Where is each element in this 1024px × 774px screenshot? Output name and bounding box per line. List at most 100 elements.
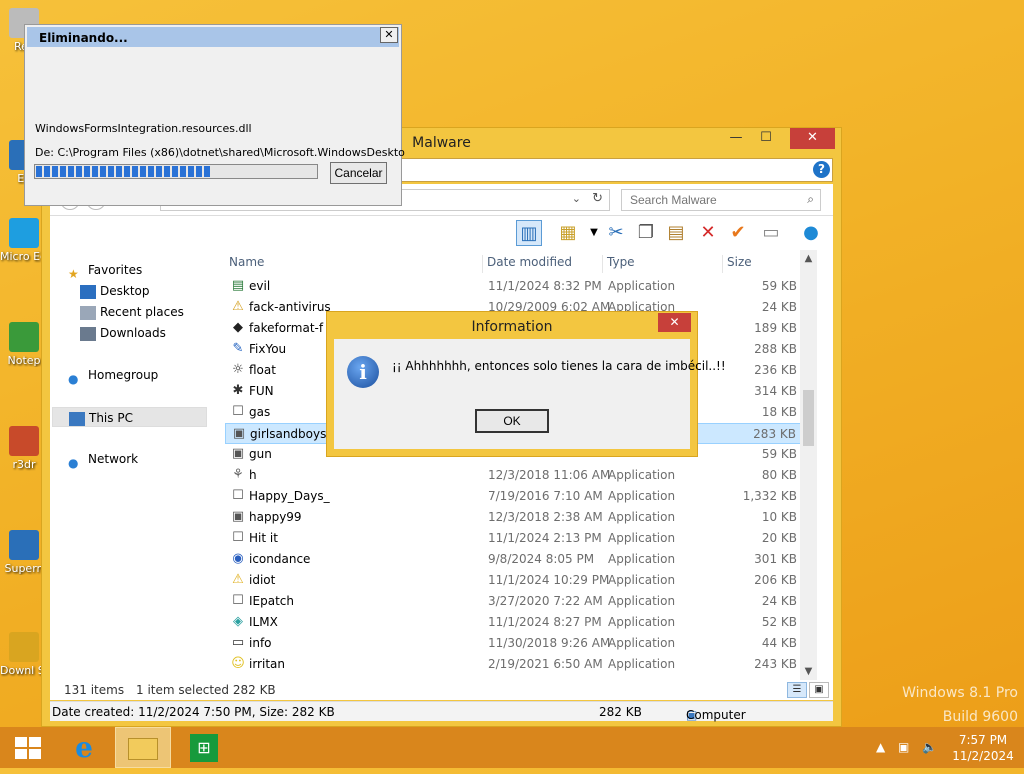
- column-type[interactable]: Type: [603, 255, 723, 273]
- file-name: info: [249, 636, 272, 650]
- application-icon: ☐: [232, 593, 244, 608]
- details-size: 282 KB: [599, 705, 642, 719]
- chat-icon[interactable]: ●: [798, 220, 824, 246]
- vertical-scrollbar[interactable]: ▲ ▼: [800, 250, 817, 680]
- file-explorer-button[interactable]: [115, 727, 171, 768]
- file-type: Application: [608, 489, 676, 503]
- tray-overflow-icon[interactable]: ▲: [876, 727, 885, 768]
- nav-desktop[interactable]: Desktop: [80, 281, 150, 301]
- nav-network[interactable]: ● Network: [68, 449, 138, 470]
- deleting-dialog-title[interactable]: Eliminando...: [27, 27, 399, 47]
- info-dialog-body: i ¡¡ Ahhhhhhh, entonces solo tienes la c…: [334, 339, 726, 449]
- file-row[interactable]: ☐ Happy_Days_ 7/19/2016 7:10 AM Application…: [225, 486, 803, 507]
- watermark-line1: Windows 8.1 Pro: [902, 685, 1018, 701]
- preview-pane-icon[interactable]: ▥: [516, 220, 542, 246]
- nav-this-pc[interactable]: This PC: [52, 407, 207, 427]
- application-icon: ⚠: [232, 299, 244, 314]
- file-row[interactable]: ◉ icondance 9/8/2024 8:05 PM Application 301…: [225, 549, 803, 570]
- shortcut-icon: [9, 218, 39, 248]
- volume-muted-icon[interactable]: 🔈: [922, 727, 937, 768]
- file-row[interactable]: ☐ Hit it 11/1/2024 2:13 PM Application 20 KB: [225, 528, 803, 549]
- file-row[interactable]: ▤ evil 11/1/2024 8:32 PM Application 59 KB: [225, 276, 803, 297]
- navigation-pane: ★ Favorites Desktop Recent places Downloa…: [50, 250, 225, 680]
- nav-recent-places[interactable]: Recent places: [80, 302, 184, 322]
- file-row[interactable]: ☺ irritan 2/19/2021 6:50 AM Application 243 …: [225, 654, 803, 675]
- maximize-button[interactable]: ☐: [751, 128, 781, 149]
- file-type: Application: [608, 573, 676, 587]
- file-name: gun: [249, 447, 272, 461]
- store-icon: ⊞: [190, 733, 218, 762]
- shortcut-icon: [9, 426, 39, 456]
- watermark-line2: Build 9600: [942, 709, 1018, 725]
- file-type: Application: [608, 510, 676, 524]
- file-type: Application: [608, 636, 676, 650]
- scroll-thumb[interactable]: [803, 390, 814, 446]
- nav-favorites[interactable]: ★ Favorites: [68, 260, 142, 281]
- file-size: 283 KB: [753, 427, 796, 441]
- ok-button[interactable]: OK: [475, 409, 549, 433]
- check-icon[interactable]: ✔: [725, 220, 751, 246]
- network-icon: ●: [68, 455, 79, 470]
- delete-progress-bar: [34, 164, 318, 179]
- file-type: Application: [608, 468, 676, 482]
- file-row[interactable]: ☐ IEpatch 3/27/2020 7:22 AM Application 24 K…: [225, 591, 803, 612]
- application-icon: ⚘: [232, 467, 244, 482]
- file-size: 24 KB: [761, 594, 797, 608]
- network-tray-icon[interactable]: ▣: [898, 727, 909, 768]
- column-name[interactable]: Name: [225, 255, 483, 273]
- scroll-down-icon[interactable]: ▼: [800, 663, 817, 680]
- file-size: 52 KB: [761, 615, 797, 629]
- cancel-button[interactable]: Cancelar: [330, 162, 387, 184]
- copy-icon[interactable]: ❐: [633, 220, 659, 246]
- rename-icon[interactable]: ▭: [758, 220, 784, 246]
- delete-icon[interactable]: ✕: [695, 220, 721, 246]
- selection-info: 1 item selected 282 KB: [136, 683, 276, 697]
- large-icons-view-icon[interactable]: ▣: [809, 682, 829, 698]
- column-date-modified[interactable]: Date modified: [483, 255, 603, 273]
- shortcut-icon: [9, 530, 39, 560]
- file-size: 314 KB: [754, 384, 797, 398]
- search-icon: ⌕: [807, 192, 814, 206]
- file-row[interactable]: ▣ happy99 12/3/2018 2:38 AM Application 10 K…: [225, 507, 803, 528]
- file-size: 206 KB: [754, 573, 797, 587]
- application-icon: ✱: [232, 383, 244, 398]
- file-row[interactable]: ⚠ idiot 11/1/2024 10:29 PM Application 206 K…: [225, 570, 803, 591]
- file-type: Application: [608, 594, 676, 608]
- details-view-icon[interactable]: ☰: [787, 682, 807, 698]
- info-dialog-title: Information: [471, 319, 553, 335]
- clock[interactable]: 7:57 PM 11/2/2024: [948, 727, 1018, 768]
- nav-downloads[interactable]: Downloads: [80, 323, 166, 343]
- file-row[interactable]: ▭ info 11/30/2018 9:26 AM Application 44 KB: [225, 633, 803, 654]
- application-icon: ▤: [231, 278, 245, 293]
- file-size: 236 KB: [754, 363, 797, 377]
- column-size[interactable]: Size: [723, 255, 803, 273]
- start-button[interactable]: [0, 727, 56, 768]
- properties-icon[interactable]: ▦: [555, 220, 581, 246]
- clock-date: 11/2/2024: [952, 749, 1014, 763]
- file-row[interactable]: ◈ ILMX 11/1/2024 8:27 PM Application 52 KB: [225, 612, 803, 633]
- application-icon: ▣: [231, 446, 245, 461]
- paste-icon[interactable]: ▤: [663, 220, 689, 246]
- search-box[interactable]: ⌕: [621, 189, 821, 211]
- close-icon[interactable]: ✕: [380, 27, 398, 43]
- minimize-button[interactable]: —: [721, 128, 751, 149]
- search-input[interactable]: [628, 190, 798, 210]
- nav-homegroup[interactable]: ● Homegroup: [68, 365, 158, 386]
- file-name: evil: [249, 279, 271, 293]
- chevron-down-icon[interactable]: ⌄: [572, 192, 581, 205]
- application-icon: ☐: [232, 530, 244, 545]
- info-close-button[interactable]: ✕: [658, 313, 691, 332]
- application-icon: ▣: [232, 426, 246, 441]
- file-row[interactable]: ⚘ h 12/3/2018 11:06 AM Application 80 KB: [225, 465, 803, 486]
- scroll-up-icon[interactable]: ▲: [800, 250, 817, 267]
- file-size: 44 KB: [761, 636, 797, 650]
- file-name: FixYou: [249, 342, 287, 356]
- refresh-icon[interactable]: ↻: [592, 191, 603, 206]
- store-button[interactable]: ⊞: [176, 727, 232, 768]
- cut-icon[interactable]: ✂: [603, 220, 629, 246]
- internet-explorer-button[interactable]: e: [56, 727, 112, 768]
- close-button[interactable]: ✕: [790, 128, 835, 149]
- help-icon[interactable]: ?: [813, 161, 830, 178]
- computer-icon: [69, 411, 85, 426]
- file-size: 243 KB: [754, 657, 797, 671]
